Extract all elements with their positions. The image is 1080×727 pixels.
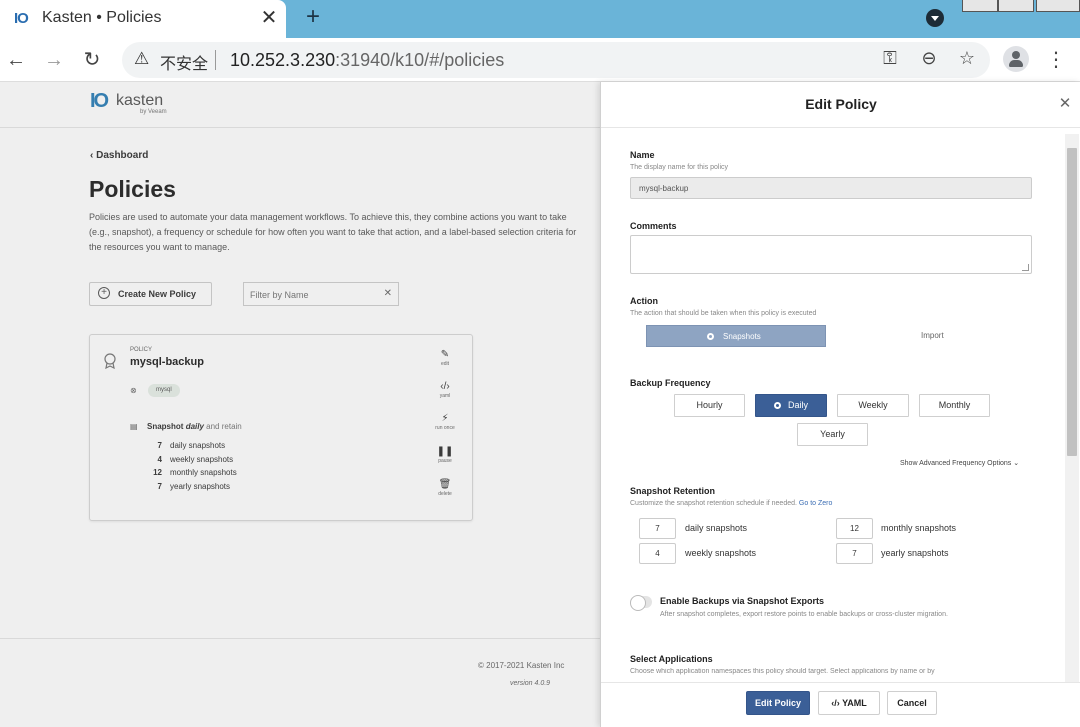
frequency-daily-button[interactable]: Daily	[755, 394, 827, 417]
tab-close-icon[interactable]: ✕	[258, 5, 280, 30]
url-text[interactable]: 10.252.3.230:31940/k10/#/policies	[230, 50, 504, 71]
forward-arrow-icon[interactable]: →	[40, 46, 68, 74]
action-help: The action that should be taken when thi…	[630, 310, 817, 317]
advanced-frequency-link[interactable]: Show Advanced Frequency Options ⌄	[900, 459, 1019, 467]
frequency-monthly-button[interactable]: Monthly	[919, 394, 990, 417]
name-label: Name	[630, 150, 655, 160]
window-close-button[interactable]	[1036, 0, 1080, 12]
comments-textarea[interactable]	[630, 235, 1032, 274]
select-applications-label: Select Applications	[630, 654, 713, 664]
retention-label: Snapshot Retention	[630, 486, 715, 496]
yearly-retention-label: yearly snapshots	[881, 548, 949, 558]
edit-policy-panel: Edit Policy ✕ Name The display name for …	[600, 82, 1080, 727]
monthly-retention-label: monthly snapshots	[881, 523, 957, 533]
retention-help-text: Customize the snapshot retention schedul…	[630, 500, 797, 507]
frequency-yearly-button[interactable]: Yearly	[797, 423, 868, 446]
cancel-button[interactable]: Cancel	[887, 691, 937, 715]
monthly-retention-input[interactable]: 12	[836, 518, 873, 539]
frequency-hourly-button[interactable]: Hourly	[674, 394, 745, 417]
frequency-option-label: Weekly	[858, 400, 888, 410]
frequency-option-label: Hourly	[696, 400, 723, 410]
browser-toolbar: ← → ↻ ⚠ 不安全 10.252.3.230:31940/k10/#/pol…	[0, 38, 1080, 82]
radio-selected-icon	[773, 402, 781, 409]
edit-policy-submit-button[interactable]: Edit Policy	[746, 691, 810, 715]
name-field[interactable]: mysql-backup	[630, 177, 1032, 199]
menu-icon[interactable]: ⋮	[1046, 46, 1066, 74]
daily-retention-input[interactable]: 7	[639, 518, 676, 539]
frequency-weekly-button[interactable]: Weekly	[837, 394, 909, 417]
action-snapshots-label: Snapshots	[723, 332, 761, 341]
name-help: The display name for this policy	[630, 164, 729, 171]
panel-header: Edit Policy ✕	[601, 82, 1080, 128]
tab-search-icon[interactable]	[926, 9, 944, 27]
action-import-option[interactable]: Import	[921, 331, 944, 340]
warning-icon[interactable]: ⚠	[134, 49, 149, 69]
close-icon[interactable]: ✕	[1057, 94, 1073, 112]
zoom-icon[interactable]: ⊖	[917, 48, 941, 69]
radio-selected-icon	[707, 333, 714, 340]
action-snapshots-option[interactable]: Snapshots	[646, 325, 826, 347]
name-value: mysql-backup	[639, 184, 689, 193]
frequency-option-label: Monthly	[938, 400, 971, 410]
profile-icon[interactable]	[1003, 46, 1029, 72]
yaml-button-label: YAML	[842, 698, 867, 708]
comments-label: Comments	[630, 221, 677, 231]
back-arrow-icon[interactable]: ←	[2, 46, 30, 74]
panel-scrollbar-thumb[interactable]	[1067, 148, 1077, 456]
action-label: Action	[630, 296, 658, 306]
browser-tab-strip: IO Kasten • Policies ✕ +	[0, 0, 1080, 38]
maximize-button[interactable]	[998, 0, 1034, 12]
tab-title: Kasten • Policies	[42, 9, 162, 26]
modal-backdrop[interactable]	[0, 82, 600, 727]
panel-footer: Edit Policy ‹/› YAML Cancel	[601, 682, 1080, 727]
panel-title: Edit Policy	[805, 96, 877, 112]
yearly-retention-input[interactable]: 7	[836, 543, 873, 564]
go-to-zero-link[interactable]: Go to Zero	[799, 500, 832, 507]
daily-retention-label: daily snapshots	[685, 523, 748, 533]
url-separator	[215, 50, 216, 70]
star-icon[interactable]: ☆	[955, 48, 979, 69]
frequency-option-label: Yearly	[820, 429, 845, 439]
snapshot-exports-toggle[interactable]	[630, 595, 652, 611]
select-applications-help: Choose which application namespaces this…	[630, 668, 935, 675]
new-tab-button[interactable]: +	[302, 3, 324, 31]
snapshot-exports-help: After snapshot completes, export restore…	[660, 611, 948, 618]
code-icon: ‹/›	[831, 698, 843, 708]
frequency-option-label: Daily	[787, 400, 808, 410]
weekly-retention-input[interactable]: 4	[639, 543, 676, 564]
reload-icon[interactable]: ↻	[78, 46, 106, 74]
yaml-button[interactable]: ‹/› YAML	[818, 691, 880, 715]
address-bar[interactable]: ⚠ 不安全 10.252.3.230:31940/k10/#/policies …	[122, 42, 990, 78]
url-host: 10.252.3.230	[230, 50, 336, 70]
insecure-label[interactable]: 不安全	[160, 50, 208, 74]
retention-help: Customize the snapshot retention schedul…	[630, 500, 832, 507]
frequency-label: Backup Frequency	[630, 378, 711, 388]
minimize-button[interactable]	[962, 0, 998, 12]
browser-tab[interactable]: IO Kasten • Policies ✕	[0, 0, 286, 38]
key-icon[interactable]: ⚿	[878, 48, 902, 69]
kasten-favicon-icon: IO	[14, 10, 29, 27]
weekly-retention-label: weekly snapshots	[685, 548, 757, 558]
snapshot-exports-label: Enable Backups via Snapshot Exports	[660, 596, 825, 606]
url-path: :31940/k10/#/policies	[335, 50, 505, 70]
